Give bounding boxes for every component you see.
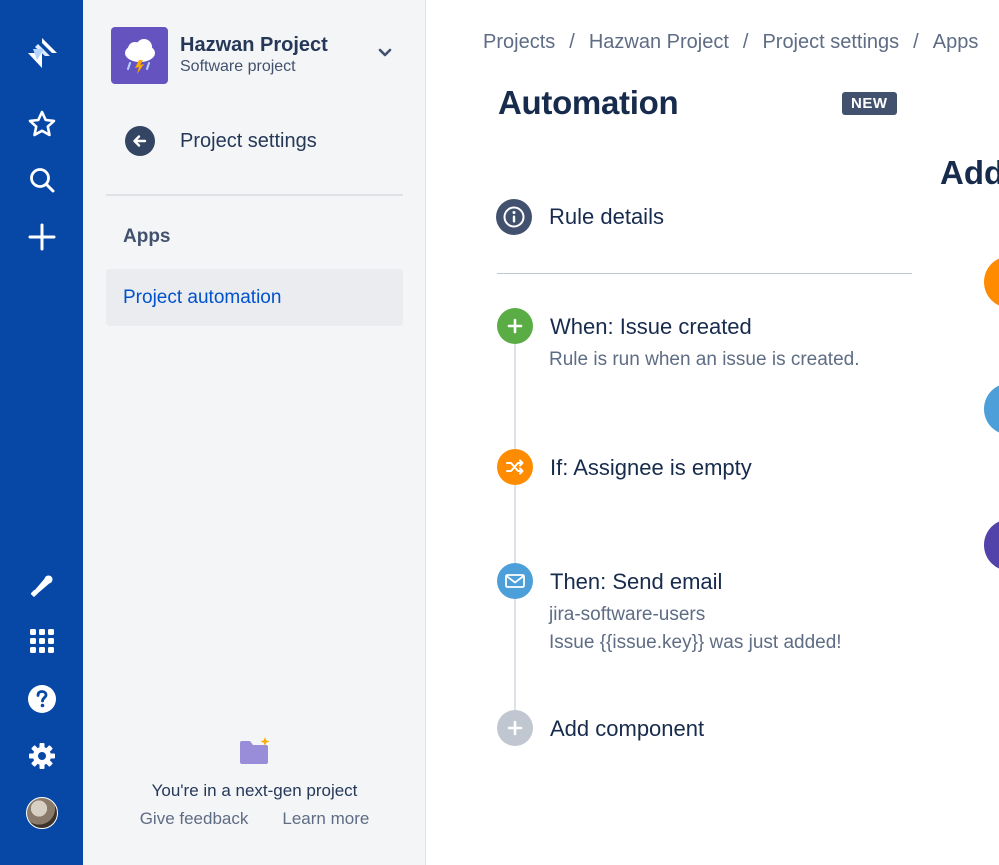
envelope-icon (497, 563, 533, 599)
timeline-connector (514, 326, 516, 712)
settings-gear-icon[interactable] (0, 736, 83, 776)
breadcrumb-project[interactable]: Hazwan Project (589, 31, 729, 53)
give-feedback-link[interactable]: Give feedback (140, 809, 249, 829)
branch-option-icon[interactable] (984, 519, 999, 571)
project-sidebar: Hazwan Project Software project Project … (83, 0, 426, 865)
project-name: Hazwan Project (180, 34, 328, 56)
condition-title: If: Assignee is empty (550, 455, 752, 480)
new-badge: NEW (842, 92, 897, 115)
sidebar-item-project-automation[interactable]: Project automation (106, 269, 403, 326)
sidebar-section-apps: Apps (123, 226, 171, 247)
action-recipient: jira-software-users (549, 604, 706, 625)
breadcrumb-separator: / (569, 31, 575, 53)
breadcrumb-separator: / (742, 31, 749, 53)
app-switcher-icon[interactable] (0, 621, 83, 661)
back-label: Project settings (180, 129, 317, 152)
jira-logo-icon[interactable] (0, 33, 83, 73)
main-content: Projects / Hazwan Project / Project settings… (426, 0, 999, 865)
help-icon[interactable] (0, 679, 83, 719)
megaphone-icon[interactable] (0, 565, 83, 605)
chevron-down-icon[interactable] (377, 44, 393, 65)
rule-details-button[interactable]: Rule details (496, 199, 664, 235)
breadcrumb-projects[interactable]: Projects (483, 31, 555, 53)
project-avatar-cloud-icon (111, 26, 168, 84)
learn-more-link[interactable]: Learn more (282, 809, 369, 829)
rule-details-label: Rule details (549, 204, 664, 229)
rule-divider (497, 273, 912, 274)
arrow-left-icon (125, 126, 155, 156)
breadcrumb: Projects / Hazwan Project / Project settings… (483, 31, 978, 54)
back-to-project-settings[interactable]: Project settings (125, 126, 317, 156)
search-icon[interactable] (0, 160, 83, 200)
sidebar-divider (106, 194, 403, 196)
create-plus-icon[interactable] (0, 217, 83, 257)
profile-avatar[interactable] (0, 793, 83, 833)
action-subject: Issue {{issue.key}} was just added! (549, 632, 842, 653)
breadcrumb-project-settings[interactable]: Project settings (762, 31, 899, 53)
trigger-option-icon[interactable] (984, 256, 999, 308)
shuffle-icon (497, 449, 533, 485)
next-gen-footer: You're in a next-gen project Give feedba… (83, 736, 426, 829)
action-option-icon[interactable] (984, 383, 999, 435)
action-title: Then: Send email (550, 569, 723, 594)
folder-sparkle-icon (238, 736, 272, 771)
trigger-plus-icon (497, 308, 533, 344)
breadcrumb-apps[interactable]: Apps (933, 31, 979, 53)
trigger-description: Rule is run when an issue is created. (549, 349, 860, 370)
add-plus-icon (497, 710, 533, 746)
add-component-label: Add component (550, 716, 705, 741)
page-title: Automation (498, 84, 679, 121)
project-type: Software project (180, 58, 296, 75)
breadcrumb-separator: / (913, 31, 919, 53)
star-icon[interactable] (0, 104, 83, 144)
add-panel-heading: Add (940, 154, 999, 191)
global-nav (0, 0, 83, 865)
next-gen-text: You're in a next-gen project (151, 781, 358, 800)
project-switcher[interactable]: Hazwan Project Software project (111, 26, 401, 84)
info-icon (496, 199, 532, 235)
trigger-title: When: Issue created (550, 314, 752, 339)
